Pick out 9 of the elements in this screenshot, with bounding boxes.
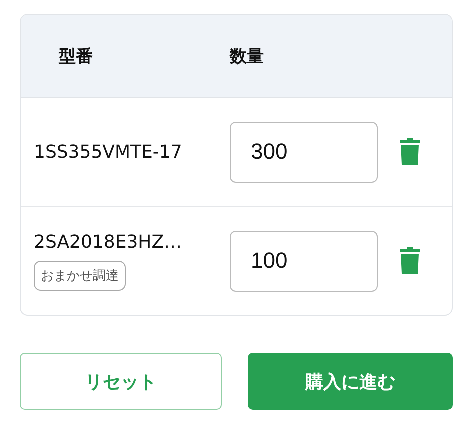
column-header: 数量 <box>230 46 264 68</box>
column-header: 型番 <box>59 46 94 68</box>
trash-icon[interactable] <box>400 247 420 275</box>
quantity-field[interactable]: 300 <box>230 122 378 182</box>
trash-icon[interactable] <box>400 138 420 166</box>
tag: おまかせ調達 <box>34 260 126 290</box>
part-number: 1SS355VMTE-17 <box>34 142 182 162</box>
quantity-field[interactable]: 100 <box>230 230 378 292</box>
part-number: 2SA2018E3HZ… <box>34 232 182 252</box>
